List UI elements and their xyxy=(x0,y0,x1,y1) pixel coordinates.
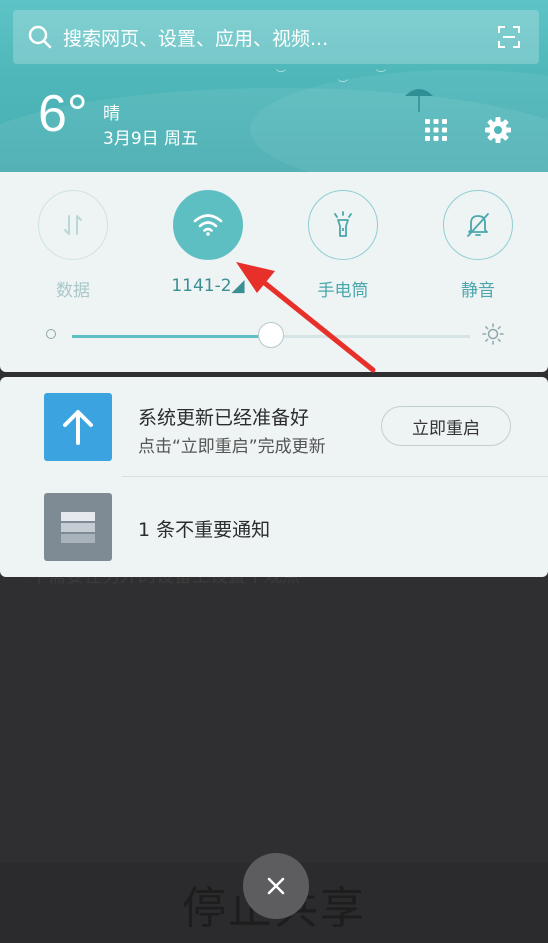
notification-title: 系统更新已经准备好 xyxy=(138,407,310,429)
date-label: 3月9日 周五 xyxy=(103,129,199,149)
search-placeholder[interactable]: 搜索网页、设置、应用、视频... xyxy=(63,24,497,51)
notification-system-update[interactable]: 系统更新已经准备好 点击“立即重启”完成更新 立即重启 xyxy=(0,377,548,477)
temperature: 6° xyxy=(38,85,88,143)
toggle-mute[interactable]: 静音 xyxy=(423,190,533,301)
mute-bell-icon xyxy=(467,213,489,237)
close-icon xyxy=(267,877,285,895)
toggle-label: 静音 xyxy=(461,281,495,301)
stacked-notifications-icon xyxy=(61,512,95,543)
toggle-label: 1141-2◢ xyxy=(171,276,245,296)
brightness-low-icon xyxy=(46,329,56,339)
close-button[interactable] xyxy=(243,853,309,919)
upload-arrow-icon xyxy=(63,410,93,445)
brightness-thumb[interactable] xyxy=(258,322,284,348)
umbrella-decoration-icon xyxy=(405,89,433,112)
mobile-data-icon xyxy=(64,215,82,235)
restart-now-button[interactable]: 立即重启 xyxy=(381,406,511,446)
weather-condition: 晴 xyxy=(103,104,120,124)
notification-list: 系统更新已经准备好 点击“立即重启”完成更新 立即重启 1 条不重要通知 xyxy=(0,377,548,577)
brightness-slider[interactable] xyxy=(46,322,506,349)
notification-subtitle: 点击“立即重启”完成更新 xyxy=(138,437,326,457)
wifi-icon xyxy=(193,214,223,236)
scan-icon[interactable] xyxy=(497,25,521,49)
notification-unimportant[interactable]: 1 条不重要通知 xyxy=(0,477,548,577)
apps-grid-icon[interactable] xyxy=(424,118,448,142)
unimportant-app-icon xyxy=(44,493,112,561)
brightness-high-icon xyxy=(482,323,504,345)
toggle-wifi[interactable]: 1141-2◢ xyxy=(153,190,263,296)
toggle-label: 手电筒 xyxy=(317,281,369,301)
toggle-mobile-data[interactable]: 数据 xyxy=(18,190,128,301)
toggle-label: 数据 xyxy=(56,281,90,301)
search-icon xyxy=(28,25,52,49)
search-bar[interactable]: 搜索网页、设置、应用、视频... xyxy=(13,10,539,64)
notification-shade-header: ︶ ︶ ︶ 搜索网页、设置、应用、视频... 6° 晴 3月9日 周五 xyxy=(0,0,548,172)
gear-icon[interactable] xyxy=(483,115,513,145)
brightness-fill xyxy=(72,335,271,338)
update-app-icon xyxy=(44,393,112,461)
toggle-flashlight[interactable]: 手电筒 xyxy=(288,190,398,301)
notification-title: 1 条不重要通知 xyxy=(138,519,271,541)
flashlight-icon xyxy=(334,211,352,237)
